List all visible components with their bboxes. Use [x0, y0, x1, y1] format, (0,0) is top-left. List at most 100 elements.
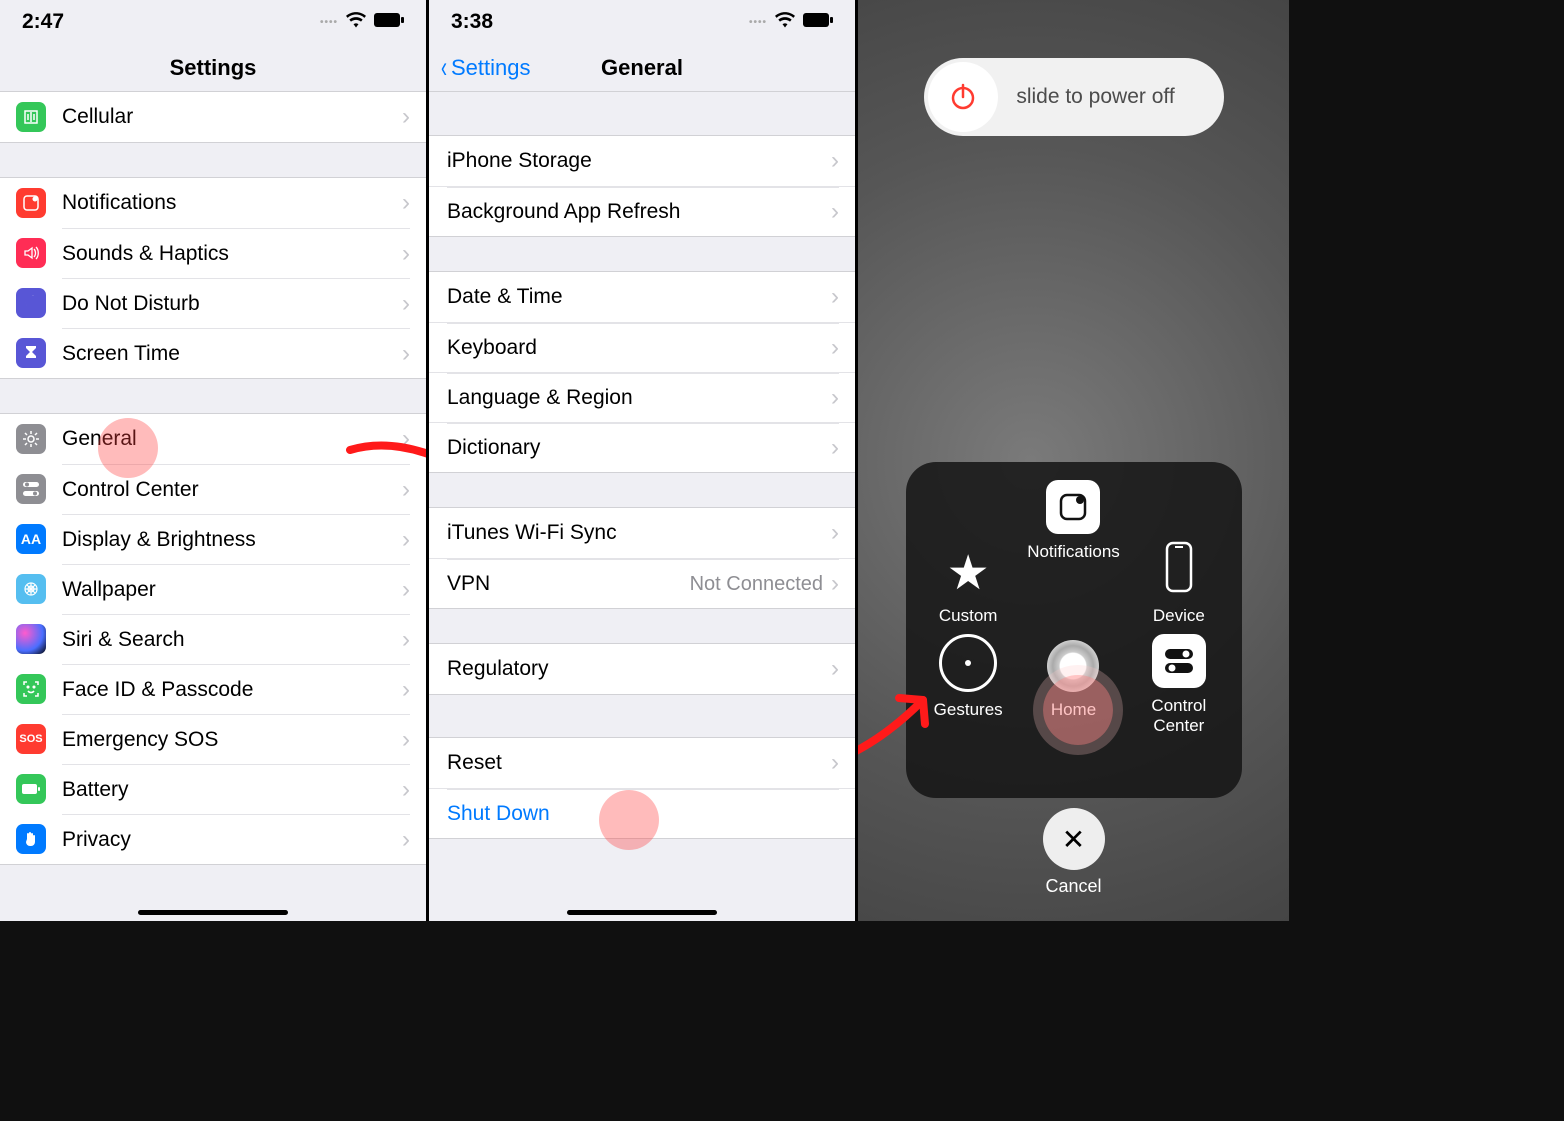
- row-keyboard[interactable]: Keyboard›: [429, 322, 855, 372]
- at-custom[interactable]: ★ Custom: [916, 480, 1021, 634]
- row-general[interactable]: General ›: [0, 414, 426, 464]
- row-date-time[interactable]: Date & Time ›: [429, 272, 855, 322]
- row-label: General: [62, 427, 137, 451]
- row-notifications[interactable]: Notifications ›: [0, 178, 426, 228]
- row-label: Control Center: [62, 478, 199, 502]
- cancel-button[interactable]: ✕: [1043, 808, 1105, 870]
- chevron-icon: ›: [831, 749, 839, 777]
- chevron-icon: ›: [831, 384, 839, 412]
- row-faceid[interactable]: Face ID & Passcode ›: [0, 664, 426, 714]
- row-wallpaper[interactable]: Wallpaper›: [0, 564, 426, 614]
- row-sounds[interactable]: Sounds & Haptics›: [0, 228, 426, 278]
- row-shutdown[interactable]: Shut Down: [429, 788, 855, 838]
- section-sep: [429, 92, 855, 136]
- at-gestures[interactable]: Gestures: [916, 634, 1021, 788]
- chevron-icon: ›: [402, 189, 410, 217]
- row-sos[interactable]: SOS Emergency SOS›: [0, 714, 426, 764]
- notifications-icon: [16, 188, 46, 218]
- sounds-icon: [16, 238, 46, 268]
- gear-icon: [16, 424, 46, 454]
- hourglass-icon: [16, 338, 46, 368]
- row-label: Privacy: [62, 828, 131, 852]
- at-device[interactable]: Device: [1126, 480, 1231, 634]
- row-label: Siri & Search: [62, 628, 185, 652]
- at-label: Custom: [939, 606, 998, 626]
- row-battery[interactable]: Battery ›: [0, 764, 426, 814]
- chevron-icon: ›: [831, 570, 839, 598]
- row-label: Regulatory: [447, 657, 549, 681]
- home-indicator[interactable]: [567, 910, 717, 915]
- page-title: Settings: [170, 55, 257, 81]
- row-label: Dictionary: [447, 436, 540, 460]
- chevron-icon: ›: [831, 434, 839, 462]
- row-reset[interactable]: Reset›: [429, 738, 855, 788]
- nav-bar: Settings: [0, 44, 426, 92]
- chevron-icon: ›: [831, 198, 839, 226]
- chevron-icon: ›: [402, 626, 410, 654]
- chevron-icon: ›: [831, 283, 839, 311]
- siri-icon: [16, 624, 46, 654]
- moon-icon: [16, 288, 46, 318]
- chevron-icon: ›: [402, 340, 410, 368]
- slider-text: slide to power off: [998, 85, 1224, 109]
- chevron-icon: ›: [402, 726, 410, 754]
- row-control-center[interactable]: Control Center ›: [0, 464, 426, 514]
- row-language[interactable]: Language & Region ›: [429, 372, 855, 422]
- section-sep: [429, 236, 855, 272]
- row-itunes-sync[interactable]: iTunes Wi-Fi Sync›: [429, 508, 855, 558]
- power-off-slider[interactable]: slide to power off: [924, 58, 1224, 136]
- section-sep: [429, 694, 855, 738]
- row-label: Battery: [62, 778, 129, 802]
- row-privacy[interactable]: Privacy›: [0, 814, 426, 864]
- row-screentime[interactable]: Screen Time ›: [0, 328, 426, 378]
- row-label: Date & Time: [447, 285, 563, 309]
- chevron-icon: ›: [831, 334, 839, 362]
- control-center-icon: [1152, 634, 1206, 688]
- chevron-icon: ›: [402, 776, 410, 804]
- status-time: 3:38: [451, 10, 493, 34]
- at-control-center[interactable]: Control Center: [1126, 634, 1231, 788]
- wallpaper-icon: [16, 574, 46, 604]
- power-icon[interactable]: [928, 62, 998, 132]
- back-label: Settings: [451, 55, 531, 81]
- row-dictionary[interactable]: Dictionary ›: [429, 422, 855, 472]
- battery-icon: [803, 13, 833, 32]
- cellular-icon: [16, 102, 46, 132]
- chevron-icon: ›: [402, 290, 410, 318]
- assistive-touch-menu: Notifications ★ Custom Device Gestures H…: [906, 462, 1242, 798]
- row-dnd[interactable]: Do Not Disturb›: [0, 278, 426, 328]
- home-indicator[interactable]: [138, 910, 288, 915]
- sos-icon: SOS: [16, 724, 46, 754]
- section-sep: [0, 142, 426, 178]
- row-vpn[interactable]: VPN Not Connected ›: [429, 558, 855, 608]
- chevron-icon: ›: [831, 519, 839, 547]
- chevron-icon: ›: [831, 655, 839, 683]
- row-label: Language & Region: [447, 386, 633, 410]
- back-button[interactable]: ‹ Settings: [439, 55, 531, 81]
- row-value: Not Connected: [690, 573, 823, 596]
- row-cellular[interactable]: Cellular›: [0, 92, 426, 142]
- row-siri[interactable]: Siri & Search ›: [0, 614, 426, 664]
- row-bg-refresh[interactable]: Background App Refresh ›: [429, 186, 855, 236]
- status-bar: 2:47 ••••: [0, 0, 426, 44]
- hand-icon: [16, 824, 46, 854]
- chevron-icon: ›: [402, 476, 410, 504]
- row-label: Wallpaper: [62, 578, 156, 602]
- row-regulatory[interactable]: Regulatory ›: [429, 644, 855, 694]
- row-label: Face ID & Passcode: [62, 678, 253, 702]
- row-label: Notifications: [62, 191, 176, 215]
- row-label: VPN: [447, 572, 490, 596]
- row-label: Background App Refresh: [447, 200, 680, 224]
- at-notifications[interactable]: Notifications: [1021, 480, 1126, 634]
- chevron-icon: ›: [402, 425, 410, 453]
- section-sep: [0, 378, 426, 414]
- row-display[interactable]: AA Display & Brightness›: [0, 514, 426, 564]
- row-label: Screen Time: [62, 342, 180, 366]
- section-sep: [0, 864, 426, 888]
- cell-signal-icon: ••••: [749, 17, 767, 28]
- row-iphone-storage[interactable]: iPhone Storage›: [429, 136, 855, 186]
- shutdown-label: Shut Down: [447, 802, 550, 826]
- chevron-icon: ›: [402, 676, 410, 704]
- section-sep: [429, 472, 855, 508]
- cancel-label: Cancel: [1045, 876, 1101, 897]
